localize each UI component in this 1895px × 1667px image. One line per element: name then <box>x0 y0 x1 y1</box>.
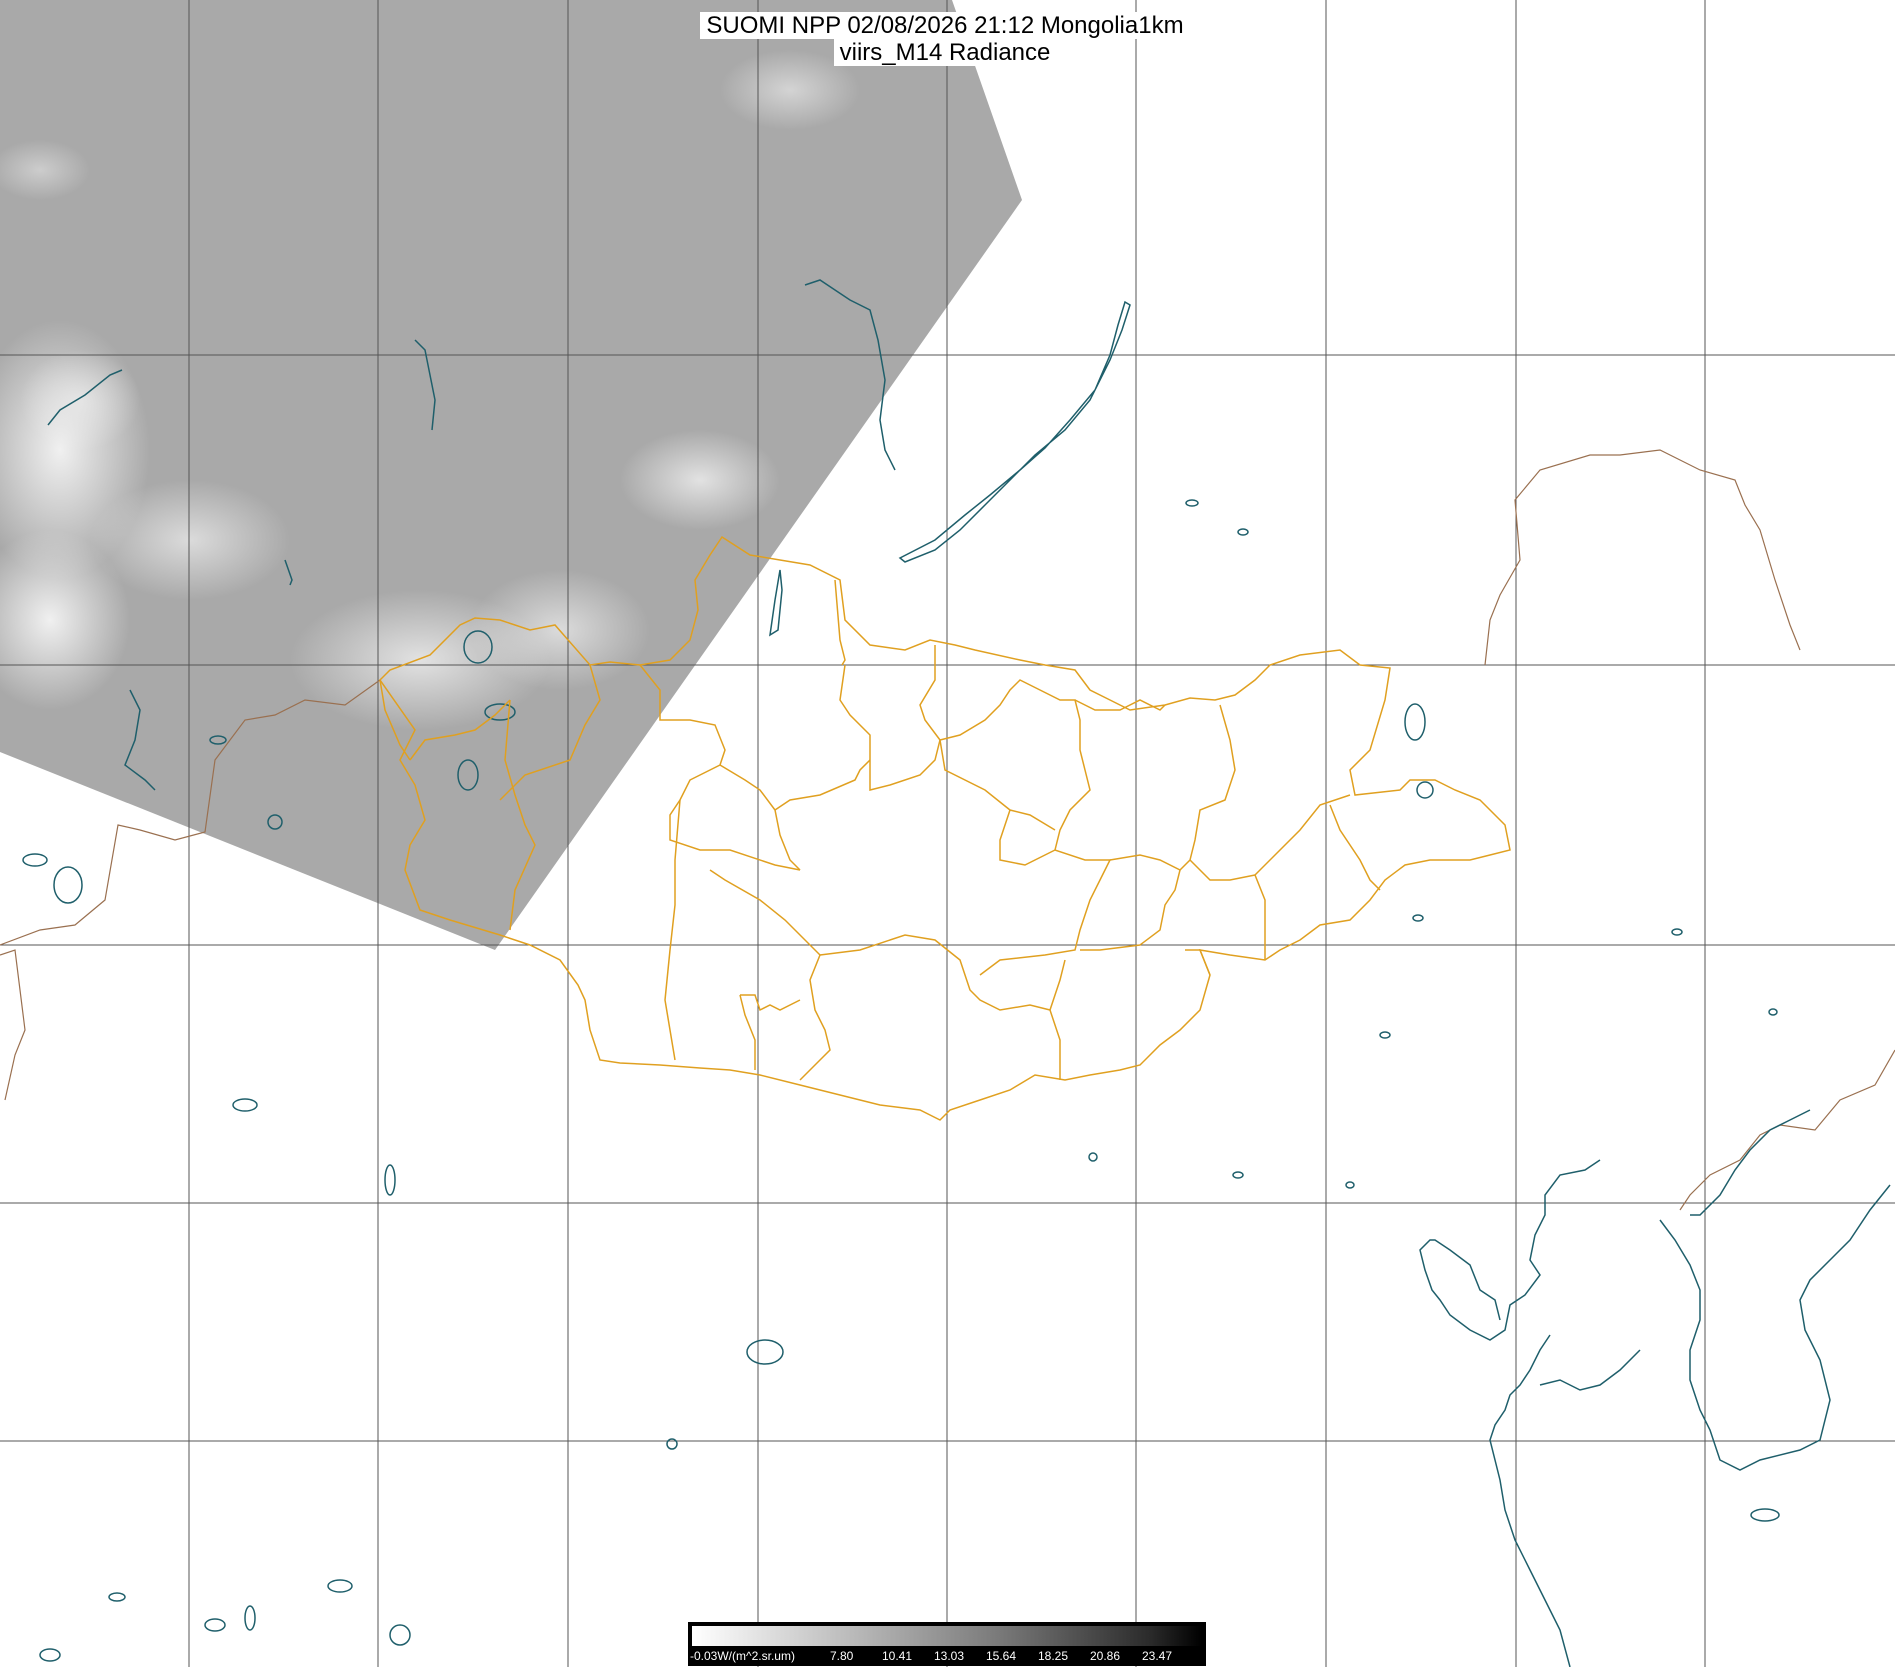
colorbar-tick: 13.03 <box>934 1649 965 1663</box>
title-line-1: SUOMI NPP 02/08/2026 21:12 Mongolia1km <box>700 12 1190 39</box>
map-title: SUOMI NPP 02/08/2026 21:12 Mongolia1km v… <box>700 12 1190 66</box>
colorbar-labels: -0.03W/(m^2.sr.um) 7.80 10.41 13.03 15.6… <box>688 1649 1206 1665</box>
satellite-swath <box>0 0 1022 950</box>
colorbar-tick: 15.64 <box>986 1649 1017 1663</box>
colorbar-tick: 7.80 <box>830 1649 854 1663</box>
colorbar-tick: 18.25 <box>1038 1649 1069 1663</box>
colorbar-unit-label: -0.03W/(m^2.sr.um) <box>690 1649 795 1663</box>
colorbar: -0.03W/(m^2.sr.um) 7.80 10.41 13.03 15.6… <box>688 1622 1206 1666</box>
colorbar-tick: 20.86 <box>1090 1649 1121 1663</box>
title-line-2: viirs_M14 Radiance <box>833 39 1057 66</box>
colorbar-tick: 23.47 <box>1142 1649 1173 1663</box>
satellite-map <box>0 0 1895 1667</box>
colorbar-tick: 10.41 <box>882 1649 913 1663</box>
colorbar-ramp <box>692 1626 1202 1646</box>
